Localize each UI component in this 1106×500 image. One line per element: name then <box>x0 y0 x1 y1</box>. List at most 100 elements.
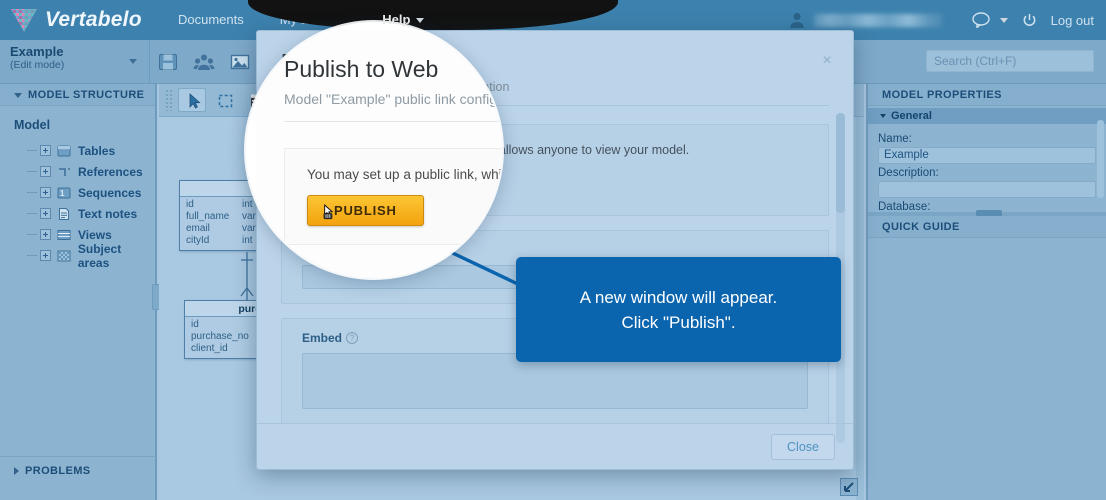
tree-label: Subject areas <box>77 241 122 270</box>
magnified-info-text: You may set up a public link, which allo… <box>307 167 502 182</box>
svg-text:1: 1 <box>60 189 65 198</box>
brand-name: Vertabelo <box>45 8 142 31</box>
marquee-tool[interactable] <box>210 88 238 112</box>
tree-connector <box>27 192 37 193</box>
nav-help-label: Help <box>382 12 411 27</box>
quick-guide-header[interactable]: QUICK GUIDE <box>868 216 1106 238</box>
table-icon <box>57 144 71 158</box>
tree-label: Tables <box>78 143 116 158</box>
messages-icon[interactable] <box>971 12 992 29</box>
column-name: id <box>191 319 199 330</box>
column-name: cityId <box>186 235 210 246</box>
magnified-dialog-subtitle: Model "Example" public link configuratio… <box>284 91 502 107</box>
expand-plus-icon[interactable] <box>39 250 51 261</box>
share-users-icon[interactable] <box>193 51 215 73</box>
column-name: client_id <box>191 343 228 354</box>
brand-logo[interactable]: Vertabelo <box>0 7 160 33</box>
model-properties-panel: MODEL PROPERTIES General Name: Example D… <box>866 84 1106 500</box>
description-label: Description: <box>878 167 939 179</box>
tree-root-model[interactable]: Model <box>14 118 155 132</box>
tree-item-tables[interactable]: Tables <box>14 140 155 161</box>
description-field[interactable] <box>878 181 1096 198</box>
chevron-down-icon <box>129 58 137 64</box>
expand-triangle-icon <box>14 467 19 476</box>
chevron-down-icon <box>416 18 425 24</box>
magnified-dialog-title: Publish to Web <box>284 56 439 82</box>
save-icon[interactable] <box>157 51 179 73</box>
model-properties-title: MODEL PROPERTIES <box>882 89 1002 101</box>
general-label: General <box>891 110 932 122</box>
reference-icon <box>57 165 71 179</box>
model-structure-panel: MODEL STRUCTURE Model Tables References … <box>0 84 161 456</box>
power-icon[interactable] <box>1022 13 1037 28</box>
model-properties-header: MODEL PROPERTIES <box>868 84 1106 106</box>
expand-plus-icon[interactable] <box>40 229 51 240</box>
close-icon[interactable]: × <box>819 53 835 69</box>
tree-connector <box>27 255 37 256</box>
problems-header[interactable]: PROBLEMS <box>0 457 155 485</box>
column-name: purchase_no <box>191 331 249 342</box>
nav-help[interactable]: Help <box>364 0 434 40</box>
messages-chevron-icon[interactable] <box>999 17 1008 23</box>
vertabelo-app: Vertabelo Documents My account Help <box>0 0 1106 500</box>
view-icon <box>57 228 71 242</box>
expand-plus-icon[interactable] <box>40 145 51 156</box>
select-tool[interactable] <box>178 88 206 112</box>
subject-area-icon <box>57 249 71 263</box>
close-button[interactable]: Close <box>771 434 835 460</box>
magnified-dialog: Publish to Web Model "Example" public li… <box>256 30 502 278</box>
name-field[interactable]: Example <box>878 147 1096 164</box>
expand-plus-icon[interactable] <box>40 208 51 219</box>
tree-connector <box>27 171 37 172</box>
sequence-icon: 1 <box>57 186 71 200</box>
instruction-callout: A new window will appear. Click "Publish… <box>516 257 841 362</box>
general-properties: Name: Example Description: Database: <box>868 124 1106 213</box>
vertabelo-diamond-icon <box>10 7 38 33</box>
magnified-header: Publish to Web Model "Example" public li… <box>256 30 502 107</box>
tree-label: Views <box>78 227 112 242</box>
magnified-publish-section: You may set up a public link, which allo… <box>284 148 502 245</box>
tree-item-references[interactable]: References <box>14 161 155 182</box>
canvas-vertical-scrollbar[interactable] <box>856 117 864 500</box>
tree-item-subject-areas[interactable]: Subject areas <box>14 242 155 270</box>
logout-button[interactable]: Log out <box>1051 13 1094 28</box>
problems-title: PROBLEMS <box>25 465 91 477</box>
search-input[interactable]: Search (Ctrl+F) <box>926 50 1094 72</box>
column-name: full_name <box>186 211 230 222</box>
tree-label: Text notes <box>78 206 138 221</box>
tree-connector <box>27 234 37 235</box>
model-structure-title: MODEL STRUCTURE <box>28 89 145 101</box>
embed-label-text: Embed <box>302 331 343 345</box>
tree-connector <box>27 213 37 214</box>
model-selector[interactable]: Example (Edit mode) <box>0 39 150 84</box>
tree-item-sequences[interactable]: 1 Sequences <box>14 182 155 203</box>
problems-panel: PROBLEMS <box>0 456 157 500</box>
model-structure-header[interactable]: MODEL STRUCTURE <box>0 84 155 106</box>
canvas-resize-handle[interactable] <box>840 478 858 496</box>
callout-text: A new window will appear. Click "Publish… <box>579 287 778 332</box>
tree-label: References <box>78 164 143 179</box>
tree-item-text-notes[interactable]: Text notes <box>14 203 155 224</box>
toolbar-drag-handle[interactable] <box>165 89 172 111</box>
name-label: Name: <box>878 133 912 145</box>
column-name: email <box>186 223 210 234</box>
properties-scrollbar[interactable] <box>1097 120 1104 198</box>
magnifier-spotlight: Publish to Web Model "Example" public li… <box>246 22 502 278</box>
user-name-masked <box>813 13 942 27</box>
mouse-cursor-icon <box>323 204 334 220</box>
column-name: id <box>186 199 194 210</box>
expand-plus-icon[interactable] <box>40 166 51 177</box>
help-icon[interactable]: ? <box>346 332 359 344</box>
model-name-label: Example <box>10 43 64 59</box>
user-avatar-icon <box>788 11 806 29</box>
expand-plus-icon[interactable] <box>40 187 51 198</box>
magnified-dialog-content: Publish to Web Model "Example" public li… <box>246 22 502 278</box>
general-section-header[interactable]: General <box>868 108 1106 124</box>
dialog-scrollbar-thumb[interactable] <box>836 113 845 213</box>
collapse-triangle-icon <box>880 114 886 119</box>
quick-guide-title: QUICK GUIDE <box>882 221 960 233</box>
tree-connector <box>27 150 37 151</box>
collapse-triangle-icon <box>14 92 22 98</box>
model-tree: Model Tables References 1 Sequences Text… <box>0 106 155 270</box>
dialog-footer: Close <box>257 423 853 469</box>
